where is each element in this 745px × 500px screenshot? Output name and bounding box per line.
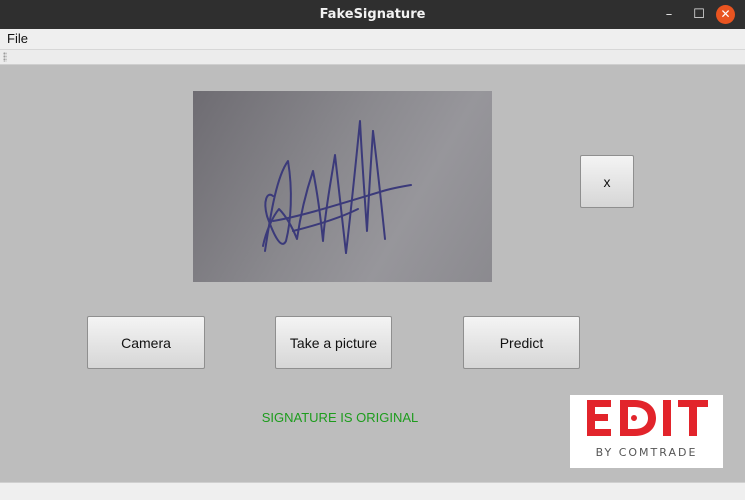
title-bar: FakeSignature – ☐ ✕	[0, 0, 745, 29]
edit-logo-subtitle: BY COMTRADE	[595, 446, 698, 459]
toolbar	[0, 50, 745, 65]
predict-button[interactable]: Predict	[463, 316, 580, 369]
menu-bar: File	[0, 29, 745, 50]
status-bar	[0, 482, 745, 500]
window-title: FakeSignature	[319, 7, 426, 22]
minimize-button[interactable]: –	[657, 0, 681, 29]
maximize-button[interactable]: ☐	[687, 0, 711, 29]
prediction-result: SIGNATURE IS ORIGINAL	[261, 410, 419, 425]
edit-logo: BY COMTRADE	[570, 395, 723, 468]
menu-file[interactable]: File	[7, 31, 28, 46]
close-window-button[interactable]: ✕	[716, 5, 735, 24]
camera-button[interactable]: Camera	[87, 316, 205, 369]
signature-drawing	[262, 120, 412, 254]
take-picture-button[interactable]: Take a picture	[275, 316, 392, 369]
close-preview-button[interactable]: x	[580, 155, 634, 208]
toolbar-grip-handle[interactable]	[3, 52, 7, 62]
signature-image	[193, 91, 492, 282]
edit-logo-mark	[587, 400, 708, 436]
